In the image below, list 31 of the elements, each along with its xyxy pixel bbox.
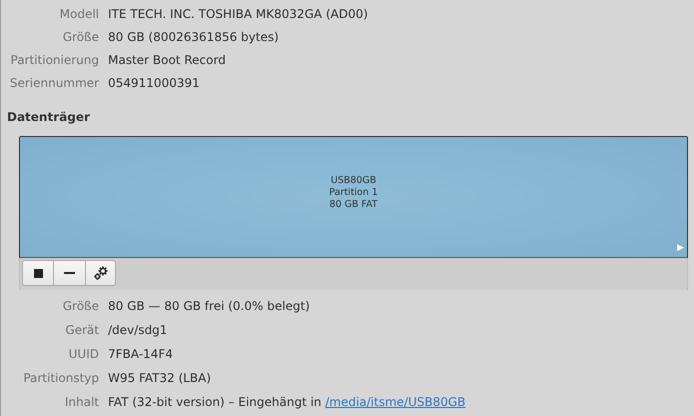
- field-label: Modell: [58, 6, 99, 23]
- partition-block[interactable]: USB80GB Partition 1 80 GB FAT ▶: [20, 137, 687, 257]
- field-label: Gerät: [64, 322, 99, 339]
- field-value: FAT (32-bit version) – Eingehängt in: [108, 395, 322, 409]
- field-label: Größe: [62, 298, 99, 315]
- stop-icon: [34, 268, 42, 278]
- field-label: UUID: [68, 346, 99, 363]
- remove-button[interactable]: [54, 260, 86, 286]
- field-value: W95 FAT32 (LBA): [108, 370, 212, 387]
- partition-number: Partition 1: [329, 187, 378, 199]
- section-heading: Datenträger: [7, 109, 91, 126]
- gears-icon: [92, 265, 108, 281]
- field-value: 80 GB — 80 GB frei (0.0% belegt): [108, 298, 311, 315]
- partition-name: USB80GB: [330, 175, 376, 187]
- partition-size: 80 GB FAT: [329, 199, 378, 211]
- field-label: Inhalt: [64, 394, 99, 411]
- field-value: 054911000391: [108, 75, 201, 92]
- field-value: /dev/sdg1: [108, 322, 168, 339]
- field-label: Seriennummer: [8, 75, 99, 92]
- settings-button[interactable]: [86, 260, 116, 286]
- mount-link[interactable]: /media/itsme/USB80GB: [325, 395, 466, 409]
- field-label: Partitionierung: [10, 52, 99, 69]
- field-value: Master Boot Record: [108, 52, 227, 69]
- stop-button[interactable]: [22, 260, 54, 286]
- field-value: ITE TECH. INC. TOSHIBA MK8032GA (AD00): [108, 6, 369, 23]
- field-value: 7FBA-14F4: [108, 346, 174, 363]
- field-label: Größe: [62, 29, 99, 46]
- field-value: 80 GB (80026361856 bytes): [108, 29, 280, 46]
- minus-icon: [64, 272, 75, 274]
- field-label: Partitionstyp: [22, 370, 99, 387]
- more-arrow: ▶: [677, 243, 684, 253]
